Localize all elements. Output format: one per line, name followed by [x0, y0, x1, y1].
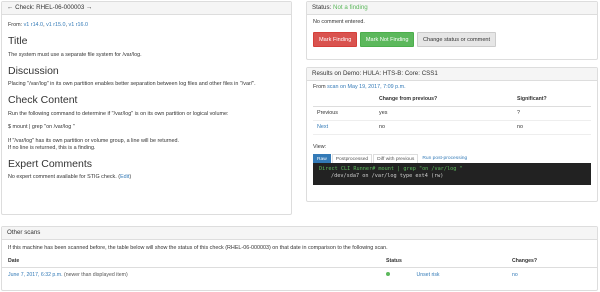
- table-header-row: Date Status Changes?: [2, 256, 597, 268]
- mark-finding-button[interactable]: Mark Finding: [313, 32, 358, 48]
- next-check-arrow-icon[interactable]: →: [86, 4, 92, 11]
- row-significant: no: [513, 120, 591, 135]
- title-heading: Title: [8, 35, 28, 48]
- column-header-significant: Significant?: [513, 93, 591, 107]
- row-change: no: [375, 120, 467, 135]
- run-post-processing-link[interactable]: Run post-processing: [419, 154, 470, 163]
- scan-link[interactable]: scan on May 19, 2017, 7:09 p.m.: [327, 84, 406, 90]
- column-header-status: Status: [380, 256, 506, 268]
- results-from-line: From scan on May 19, 2017, 7:09 p.m.: [313, 84, 591, 91]
- check-content-result-2: If no line is returned, this is a findin…: [8, 144, 96, 151]
- column-header-changes: Changes?: [506, 256, 597, 268]
- scan-changes-link[interactable]: no: [512, 272, 518, 278]
- status-panel: Status: Not a finding No comment entered…: [306, 1, 598, 60]
- column-header-blank: [313, 93, 375, 107]
- scan-status-link[interactable]: Unset risk: [416, 272, 439, 278]
- status-dot-icon: [386, 272, 390, 277]
- view-label: View:: [313, 143, 327, 150]
- results-heading: Results on Demo: HULA: HTS-B: Core: CSS1: [307, 68, 597, 81]
- column-header-date: Date: [2, 256, 380, 268]
- check-id: RHEL-06-000003: [36, 4, 85, 11]
- terminal-output: Direct CLI Runner# mount | grep "on /var…: [313, 162, 591, 185]
- version-link[interactable]: v1 r14.0: [24, 22, 43, 28]
- row-significant: ?: [513, 106, 591, 121]
- results-panel: Results on Demo: HULA: HTS-B: Core: CSS1…: [306, 67, 598, 202]
- check-panel: ← Check: RHEL-06-000003 → From: v1 r14.0…: [1, 1, 292, 215]
- results-table: Change from previous? Significant? Previ…: [313, 93, 591, 135]
- column-header-change: Change from previous?: [375, 93, 467, 107]
- check-content-heading: Check Content: [8, 94, 78, 107]
- tab-diff-with-previous[interactable]: Diff with previous: [373, 153, 419, 163]
- results-from-label: From: [313, 84, 326, 90]
- status-buttons: Mark Finding Mark Not Finding Change sta…: [313, 32, 591, 48]
- table-row: Previous yes ?: [313, 106, 591, 121]
- check-content-command: $ mount | grep "on /var/log ": [8, 123, 75, 130]
- other-scans-intro: If this machine has been scanned before,…: [8, 245, 388, 251]
- version-link[interactable]: v1 r16.0: [69, 22, 88, 28]
- other-scans-panel: Other scans If this machine has been sca…: [1, 226, 598, 291]
- check-heading: ← Check: RHEL-06-000003 →: [2, 2, 291, 15]
- expert-comments-close-paren: ): [129, 174, 132, 181]
- check-content-result-1: If "/var/log" has its own partition or v…: [8, 137, 180, 144]
- version-link[interactable]: v1 r15.0: [46, 22, 65, 28]
- scan-date-link[interactable]: June 7, 2017, 6:32 p.m.: [8, 272, 63, 278]
- status-heading: Status: Not a finding: [307, 2, 597, 15]
- status-comment: No comment entered.: [313, 19, 365, 25]
- title-text: The system must use a separate file syst…: [8, 51, 142, 58]
- terminal-output-line: /dev/sda7 on /var/log type ext4 (rw): [331, 172, 444, 179]
- next-scan-link[interactable]: Next: [317, 124, 328, 130]
- tab-raw[interactable]: Raw: [313, 153, 331, 163]
- expert-comments-message: No expert comment available for STIG che…: [8, 174, 121, 181]
- table-row: Next no no: [313, 120, 591, 135]
- column-header-spacer: [467, 93, 513, 107]
- other-scans-heading: Other scans: [2, 227, 597, 240]
- previous-check-arrow-icon[interactable]: ←: [7, 4, 13, 11]
- status-value: Not a finding: [333, 4, 368, 11]
- discussion-text: Placing "/var/log" in its own partition …: [8, 81, 256, 88]
- status-label: Status:: [312, 4, 332, 11]
- view-tabs: Raw Postprocessed Diff with previous Run…: [313, 153, 591, 163]
- check-heading-prefix: Check:: [15, 4, 35, 11]
- from-label: From:: [8, 22, 23, 28]
- row-label: Previous: [313, 106, 375, 121]
- other-scans-table: Date Status Changes? June 7, 2017, 6:32 …: [2, 256, 597, 283]
- row-change: yes: [375, 106, 467, 121]
- tab-postprocessed[interactable]: Postprocessed: [331, 153, 373, 163]
- terminal-command-line: Direct CLI Runner# mount | grep "on /var…: [319, 165, 463, 172]
- table-header-row: Change from previous? Significant?: [313, 93, 591, 107]
- mark-not-finding-button[interactable]: Mark Not Finding: [359, 32, 415, 48]
- scan-note: (newer than displayed item): [63, 271, 128, 278]
- expert-comments-heading: Expert Comments: [8, 157, 93, 170]
- edit-comment-link[interactable]: Edit: [120, 174, 129, 180]
- versions-line: From: v1 r14.0, v1 r15.0, v1 r16.0: [8, 22, 89, 28]
- change-status-button[interactable]: Change status or comment: [416, 32, 497, 48]
- discussion-heading: Discussion: [8, 64, 59, 77]
- expert-comments-text: No expert comment available for STIG che…: [8, 174, 285, 181]
- check-content-intro: Run the following command to determine i…: [8, 110, 229, 117]
- table-row: June 7, 2017, 6:32 p.m. (newer than disp…: [2, 267, 597, 282]
